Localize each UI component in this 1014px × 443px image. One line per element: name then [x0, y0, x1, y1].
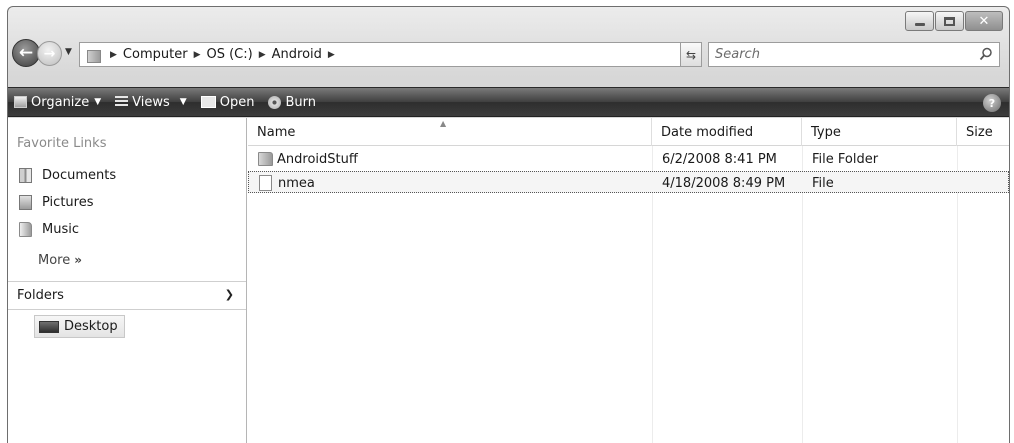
column-header-row: Name ▲ Date modified Type Size — [248, 118, 1009, 146]
chevron-right-icon[interactable]: ▶ — [259, 50, 266, 60]
burn-button[interactable]: Burn — [268, 95, 316, 110]
organize-icon — [14, 96, 27, 108]
column-label: Size — [966, 124, 993, 140]
column-header-name[interactable]: Name — [248, 118, 652, 146]
favorite-link-label: Music — [42, 222, 79, 237]
chevron-down-icon: ▼ — [179, 97, 187, 107]
file-list: Name ▲ Date modified Type Size AndroidSt… — [248, 118, 1009, 443]
file-date-cell: 4/18/2008 8:49 PM — [662, 175, 786, 191]
help-button[interactable]: ? — [983, 94, 1001, 112]
file-name-cell: nmea — [259, 172, 315, 194]
favorite-links-heading: Favorite Links — [17, 136, 107, 151]
folder-icon — [86, 48, 101, 63]
favorite-link-documents[interactable]: Documents — [19, 168, 116, 183]
help-icon: ? — [988, 96, 996, 110]
breadcrumb[interactable]: ▶ Computer ▶ OS (C:) ▶ Android ▶ ▼ — [79, 42, 699, 67]
file-name-cell: AndroidStuff — [258, 148, 358, 170]
chevron-right-icon[interactable]: ▶ — [194, 50, 201, 60]
favorite-link-label: Documents — [42, 168, 117, 183]
open-label: Open — [219, 94, 255, 110]
forward-button[interactable]: → — [37, 41, 62, 66]
minimize-icon — [914, 23, 925, 26]
more-label: More — [38, 253, 71, 268]
refresh-button[interactable]: ⇆ — [680, 42, 702, 67]
folder-icon — [258, 152, 273, 166]
organize-label: Organize — [31, 94, 90, 110]
file-type-cell: File Folder — [812, 151, 879, 167]
file-date-cell: 6/2/2008 8:41 PM — [662, 151, 777, 167]
close-button[interactable]: ✕ — [965, 11, 1003, 31]
breadcrumb-computer[interactable]: Computer — [123, 47, 188, 62]
tree-item-label: Desktop — [64, 319, 118, 334]
folders-heading: Folders — [17, 288, 64, 303]
open-button[interactable]: Open — [200, 94, 255, 110]
documents-icon — [19, 168, 32, 183]
chevron-right-icon[interactable]: ▶ — [328, 50, 335, 60]
close-icon: ✕ — [978, 13, 990, 29]
burn-label: Burn — [285, 94, 316, 110]
desktop-icon — [39, 320, 59, 333]
column-label: Date modified — [661, 124, 754, 140]
recent-pages-dropdown-icon[interactable]: ▼ — [65, 47, 72, 57]
search-box[interactable] — [708, 42, 1000, 67]
column-header-size[interactable]: Size — [957, 118, 1009, 146]
favorite-link-pictures[interactable]: Pictures — [19, 195, 93, 210]
back-arrow-icon: ← — [18, 43, 34, 63]
maximize-button[interactable] — [935, 11, 964, 31]
chevron-right-icon[interactable]: ▶ — [110, 50, 117, 60]
tree-item-desktop[interactable]: Desktop — [34, 315, 125, 338]
breadcrumb-android[interactable]: Android — [272, 47, 322, 62]
search-input[interactable] — [715, 47, 955, 62]
file-icon — [259, 175, 272, 191]
chevron-down-icon[interactable]: ❯ — [225, 288, 234, 301]
folders-header[interactable]: Folders ❯ — [8, 281, 246, 310]
column-header-type[interactable]: Type — [802, 118, 957, 146]
views-menu[interactable]: Views ▼ — [115, 95, 187, 110]
views-icon — [115, 96, 129, 108]
favorite-link-music[interactable]: Music — [19, 222, 79, 237]
maximize-icon — [944, 16, 955, 26]
forward-arrow-icon: → — [43, 45, 56, 62]
caption-buttons: ✕ — [905, 11, 1003, 31]
navigation-pane: Favorite Links Documents Pictures Music … — [8, 118, 247, 443]
double-chevron-right-icon: » — [74, 253, 82, 267]
column-header-date-modified[interactable]: Date modified — [652, 118, 802, 146]
content-area: Favorite Links Documents Pictures Music … — [8, 118, 1009, 443]
refresh-icon: ⇆ — [685, 47, 697, 62]
pictures-icon — [19, 195, 32, 210]
open-icon — [200, 96, 216, 108]
file-row[interactable]: AndroidStuff 6/2/2008 8:41 PM File Folde… — [248, 148, 1009, 170]
command-bar: Organize ▼ Views ▼ Open Burn ? — [8, 87, 1009, 117]
file-row-selected[interactable]: nmea 4/18/2008 8:49 PM File — [248, 171, 1009, 193]
file-name: AndroidStuff — [277, 151, 358, 167]
file-name: nmea — [278, 175, 315, 191]
favorite-link-label: Pictures — [42, 195, 94, 210]
search-icon[interactable] — [979, 47, 993, 61]
organize-menu[interactable]: Organize ▼ — [14, 95, 101, 110]
column-label: Name — [257, 124, 296, 140]
back-button[interactable]: ← — [12, 39, 40, 67]
column-label: Type — [811, 124, 841, 140]
breadcrumb-os-c[interactable]: OS (C:) — [206, 47, 252, 62]
views-label: Views — [132, 94, 170, 110]
explorer-window: ✕ ← → ▼ ▶ Computer ▶ OS (C:) ▶ Android ▶… — [7, 6, 1010, 443]
chevron-down-icon: ▼ — [94, 97, 102, 107]
file-type-cell: File — [812, 175, 834, 191]
minimize-button[interactable] — [905, 11, 934, 31]
music-icon — [19, 222, 32, 237]
sort-ascending-icon: ▲ — [440, 119, 447, 128]
more-links-button[interactable]: More» — [38, 253, 82, 268]
address-row: ← → ▼ ▶ Computer ▶ OS (C:) ▶ Android ▶ ▼… — [8, 35, 1009, 75]
disc-icon — [268, 95, 282, 109]
